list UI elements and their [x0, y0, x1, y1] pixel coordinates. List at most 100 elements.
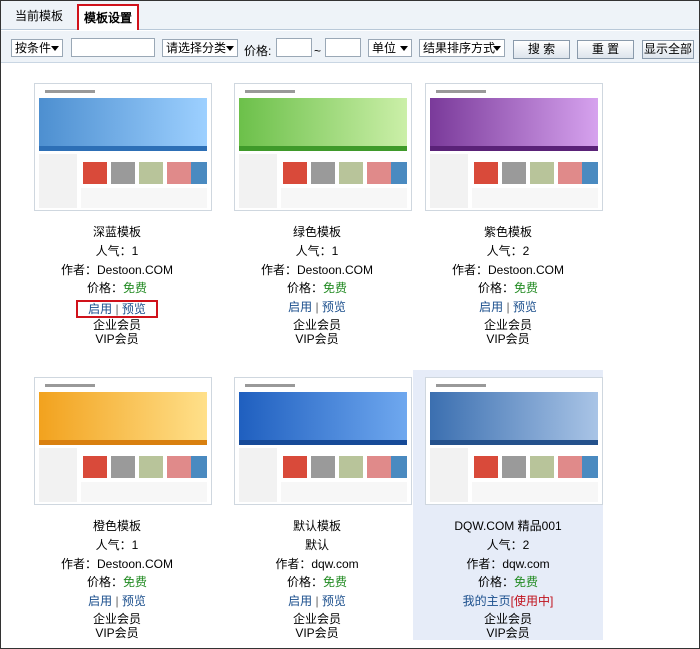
template-author: 作者：dqw.com — [466, 557, 550, 571]
link-separator: | — [506, 300, 510, 314]
template-info-line: VIP会员 — [222, 626, 412, 640]
template-thumbnail[interactable] — [234, 83, 412, 211]
reset-button[interactable]: 重 置 — [577, 40, 634, 59]
member-group-enterprise: 企业会员 — [483, 612, 532, 626]
template-info-line: 企业会员 — [222, 318, 412, 332]
template-info-line: 深蓝模板 — [22, 225, 212, 239]
template-info-line: 价格：免费 — [413, 281, 603, 295]
preview-link[interactable]: 预览 — [513, 300, 537, 314]
member-group-vip: VIP会员 — [95, 626, 139, 640]
unit-select-value: 单位 — [372, 41, 397, 55]
enable-link[interactable]: 启用 — [288, 300, 312, 314]
template-name: 橙色模板 — [92, 519, 141, 533]
template-thumbnail[interactable] — [234, 377, 412, 505]
template-thumbnail[interactable] — [34, 377, 212, 505]
member-group-vip: VIP会员 — [486, 332, 530, 346]
member-group-enterprise: 企业会员 — [292, 612, 341, 626]
template-info-line: VIP会员 — [22, 332, 212, 346]
chevron-down-icon — [400, 46, 408, 51]
template-info-line: 作者：Destoon.COM — [222, 263, 412, 277]
template-info-line: 作者：Destoon.COM — [22, 557, 212, 571]
template-info-line: 绿色模板 — [222, 225, 412, 239]
tab-current-template[interactable]: 当前模板 — [5, 4, 73, 30]
member-group-vip: VIP会员 — [486, 626, 530, 640]
template-info-line: 作者：dqw.com — [413, 557, 603, 571]
preview-link[interactable]: 预览 — [122, 302, 146, 316]
price-min-input[interactable] — [276, 38, 312, 57]
template-subtitle: 默认 — [304, 538, 329, 552]
template-name: DQW.COM 精品001 — [454, 519, 562, 533]
template-info-line: 橙色模板 — [22, 519, 212, 533]
template-thumbnail[interactable] — [425, 83, 603, 211]
template-info-line: 价格：免费 — [413, 575, 603, 589]
member-group-vip: VIP会员 — [295, 332, 339, 346]
template-card: 深蓝模板 人气：1 作者：Destoon.COM 价格：免费 启用 | 预览 企业会员 VI… — [22, 82, 212, 346]
template-popularity: 人气：1 — [295, 244, 339, 258]
category-select-value: 请选择分类 — [166, 41, 227, 55]
template-info-line: 企业会员 — [222, 612, 412, 626]
template-info-line: 企业会员 — [22, 318, 212, 332]
template-popularity: 人气：2 — [486, 244, 530, 258]
template-info-line: 价格：免费 — [222, 575, 412, 589]
template-info-line: 启用 | 预览 — [22, 300, 212, 318]
price-max-input[interactable] — [325, 38, 361, 57]
template-thumbnail[interactable] — [34, 83, 212, 211]
template-author: 作者：dqw.com — [275, 557, 359, 571]
link-separator: | — [115, 594, 119, 608]
template-card: 橙色模板人气：1 作者：Destoon.COM 价格：免费启用 | 预览企业会员 VI… — [22, 376, 212, 640]
preview-link[interactable]: 预览 — [322, 594, 346, 608]
price-range-separator: ~ — [314, 44, 322, 58]
enable-link[interactable]: 启用 — [88, 594, 112, 608]
template-card: 绿色模板 人气：1 作者：Destoon.COM 价格：免费 启用 | 预览 企业会员 VI… — [222, 82, 412, 346]
template-name: 紫色模板 — [483, 225, 532, 239]
tab-template-settings[interactable]: 模板设置 — [77, 4, 139, 30]
member-group-enterprise: 企业会员 — [92, 612, 141, 626]
template-info-line: 价格：免费 — [22, 575, 212, 589]
template-info-line: VIP会员 — [413, 332, 603, 346]
template-info-line: 人气：2 — [413, 244, 603, 258]
template-author: 作者：Destoon.COM — [60, 263, 174, 277]
unit-select[interactable]: 单位 — [368, 39, 412, 57]
template-info-line: 作者：Destoon.COM — [413, 263, 603, 277]
link-separator: | — [315, 300, 319, 314]
show-all-button[interactable]: 显示全部 — [642, 40, 694, 59]
template-info-line: 启用 | 预览 — [222, 594, 412, 608]
template-info-line: 人气：1 — [22, 538, 212, 552]
sort-select-value: 结果排序方式 — [423, 41, 496, 55]
search-button[interactable]: 搜 索 — [513, 40, 570, 59]
template-name: 绿色模板 — [292, 225, 341, 239]
category-select[interactable]: 请选择分类 — [162, 39, 238, 57]
template-info-line: 企业会员 — [413, 318, 603, 332]
my-homepage-link[interactable]: 我的主页 — [463, 594, 511, 608]
template-info-line: 人气：2 — [413, 538, 603, 552]
template-author: 作者：Destoon.COM — [451, 263, 565, 277]
enable-link[interactable]: 启用 — [479, 300, 503, 314]
filter-toolbar: 按条件 请选择分类 价格: ~ 单位 结果排序方式 搜 索 重 置 显示全部 — [1, 31, 699, 63]
keyword-input[interactable] — [71, 38, 155, 57]
member-group-enterprise: 企业会员 — [292, 318, 341, 332]
template-info-line: 人气：1 — [22, 244, 212, 258]
enable-link[interactable]: 启用 — [88, 302, 112, 316]
template-price-label: 价格： — [86, 281, 123, 295]
template-price: 免费 — [123, 575, 148, 589]
template-price: 免费 — [514, 575, 539, 589]
template-info-line: 企业会员 — [22, 612, 212, 626]
member-group-enterprise: 企业会员 — [92, 318, 141, 332]
preview-link[interactable]: 预览 — [122, 594, 146, 608]
template-info-line: 作者：Destoon.COM — [22, 263, 212, 277]
chevron-down-icon — [51, 46, 59, 51]
template-info-line: 人气：1 — [222, 244, 412, 258]
tab-bar: 当前模板 模板设置 — [1, 1, 699, 30]
template-author: 作者：Destoon.COM — [260, 263, 374, 277]
preview-link[interactable]: 预览 — [322, 300, 346, 314]
template-price: 免费 — [514, 281, 539, 295]
link-separator: | — [315, 594, 319, 608]
sort-select[interactable]: 结果排序方式 — [419, 39, 505, 57]
template-name: 深蓝模板 — [92, 225, 141, 239]
enable-link[interactable]: 启用 — [288, 594, 312, 608]
template-thumbnail[interactable] — [425, 377, 603, 505]
template-info-line: DQW.COM 精品001 — [413, 519, 603, 533]
template-info-line: 企业会员 — [413, 612, 603, 626]
condition-select[interactable]: 按条件 — [11, 39, 63, 57]
template-info-line: 默认模板 — [222, 519, 412, 533]
